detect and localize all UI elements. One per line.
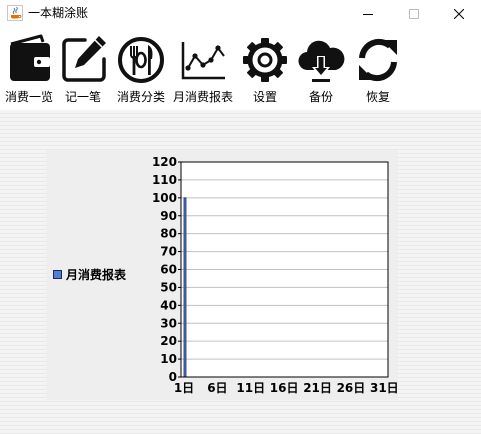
edit-icon	[62, 36, 106, 82]
java-icon	[7, 5, 23, 21]
window-titlebar: 一本糊涂账	[0, 0, 481, 28]
y-tick-label: 20	[160, 334, 177, 348]
x-tick-label: 16日	[270, 381, 299, 395]
x-tick-label: 6日	[207, 381, 227, 395]
line-chart-icon	[181, 42, 225, 80]
y-tick-label: 80	[160, 227, 177, 241]
main-panel: 月消费报表 0 10 20 30 40 50 60 70 80 90 100 110 120 1日 6日 11…	[0, 110, 481, 434]
x-tick-label: 21日	[303, 381, 332, 395]
toolbar-item-add-record[interactable]: 记一笔	[55, 34, 111, 110]
y-tick-label: 110	[152, 173, 177, 187]
minimize-icon	[363, 14, 373, 15]
dining-icon	[118, 37, 164, 83]
toolbar-item-backup[interactable]: 备份	[293, 34, 349, 110]
window-title: 一本糊涂账	[28, 6, 89, 20]
bar	[183, 197, 187, 378]
x-tick-label: 1日	[174, 381, 194, 395]
close-button[interactable]	[436, 0, 481, 28]
x-tick-label: 11日	[236, 381, 265, 395]
y-tick-label: 70	[160, 245, 177, 259]
x-tick-label: 31日	[370, 381, 398, 395]
y-tick-label: 50	[160, 280, 177, 294]
maximize-button[interactable]	[391, 0, 437, 28]
y-tick-label: 60	[160, 263, 177, 277]
toolbar-item-restore[interactable]: 恢复	[350, 34, 406, 110]
gear-icon	[243, 38, 287, 82]
maximize-icon	[409, 9, 419, 19]
chart-panel: 月消费报表 0 10 20 30 40 50 60 70 80 90 100 110 120 1日 6日 11…	[46, 150, 398, 400]
y-tick-label: 40	[160, 298, 177, 312]
y-tick-label: 90	[160, 209, 177, 223]
cloud-download-icon	[298, 40, 345, 82]
y-tick-label: 30	[160, 316, 177, 330]
y-tick-label: 120	[152, 155, 177, 169]
y-tick-label: 10	[160, 352, 177, 366]
toolbar-item-monthly-report[interactable]: 月消费报表	[173, 34, 233, 110]
refresh-icon	[359, 39, 397, 81]
y-tick-label: 100	[152, 191, 177, 205]
x-tick-label: 26日	[337, 381, 366, 395]
main-toolbar: 消费一览 记一笔 消费分类 月消费报表 设置 备份 恢复	[0, 28, 481, 110]
minimize-button[interactable]	[345, 0, 391, 28]
bar-chart: 01020304050607080901001101201日 6日 11日 16日 21…	[152, 155, 398, 395]
wallet-icon	[10, 34, 50, 81]
toolbar-label: 恢复	[365, 90, 390, 104]
toolbar-item-categories[interactable]: 消费分类	[113, 34, 169, 110]
close-icon	[454, 9, 464, 19]
